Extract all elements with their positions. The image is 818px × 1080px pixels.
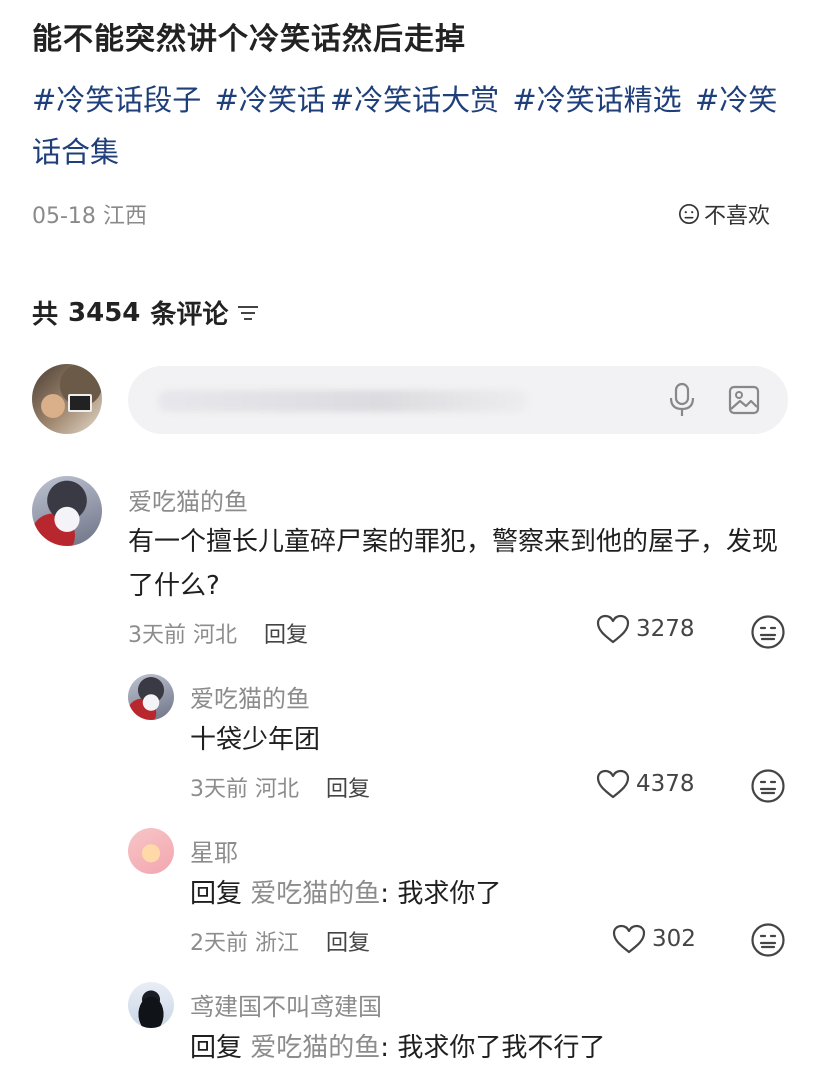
reply-button[interactable]: 回复: [264, 623, 308, 648]
like-count: 4378: [636, 771, 695, 797]
comment-meta: 3天前 河北 回复: [190, 771, 370, 803]
like-button[interactable]: 302: [612, 924, 696, 954]
microphone-icon[interactable]: [668, 382, 696, 418]
comment-count[interactable]: 共 3454 条评论: [32, 294, 260, 331]
post-location: 江西: [102, 204, 147, 229]
neutral-face-icon: [679, 204, 699, 224]
dislike-label: 不喜欢: [704, 204, 771, 229]
reply-target-user[interactable]: 爱吃猫的鱼: [250, 1033, 380, 1063]
count-prefix: 共: [32, 300, 59, 330]
comment-time: 2天前: [190, 931, 248, 956]
tag-link[interactable]: #冷笑话段子: [32, 83, 201, 117]
like-count: 302: [652, 926, 696, 952]
dislike-button[interactable]: 不喜欢: [678, 198, 770, 230]
user-avatar[interactable]: [128, 674, 174, 720]
comment-meta: 2天前 浙江 回复: [190, 925, 370, 957]
neutral-face-icon[interactable]: [750, 922, 786, 958]
comment-username[interactable]: 爱吃猫的鱼: [128, 482, 248, 517]
tag-link[interactable]: #冷笑话: [215, 83, 326, 117]
reply-body: : 我求你了我不行了: [380, 1033, 606, 1063]
neutral-face-icon[interactable]: [750, 768, 786, 804]
reply-prefix: 回复: [190, 1033, 243, 1063]
count-number: 3454: [68, 297, 141, 328]
like-button[interactable]: 4378: [596, 769, 695, 799]
comment-time: 3天前: [128, 623, 186, 648]
post-title: 能不能突然讲个冷笑话然后走掉: [32, 22, 466, 57]
reply-prefix: 回复: [190, 879, 243, 909]
heart-icon: [596, 614, 630, 644]
current-user-avatar[interactable]: [32, 364, 102, 434]
comment-time: 3天前: [190, 777, 248, 802]
reply-button[interactable]: 回复: [326, 931, 370, 956]
comment-location: 浙江: [255, 931, 300, 956]
reply-body: : 我求你了: [380, 879, 502, 909]
comment-text: 回复 爱吃猫的鱼: 我求你了我不行了: [190, 1026, 605, 1070]
heart-icon: [596, 769, 630, 799]
comment-location: 河北: [255, 777, 300, 802]
post-meta: 05-18 江西: [32, 198, 147, 230]
neutral-face-icon[interactable]: [750, 614, 786, 650]
comment-text: 有一个擅长儿童碎尸案的罪犯，警察来到他的屋子，发现了什么?: [128, 527, 779, 601]
comment-text: 十袋少年团: [190, 725, 321, 755]
comment-username[interactable]: 星耶: [190, 833, 238, 868]
tag-link[interactable]: #冷笑话大赏: [330, 83, 499, 117]
sort-icon[interactable]: [236, 303, 260, 323]
count-suffix: 条评论: [150, 300, 229, 330]
comment-location: 河北: [193, 623, 238, 648]
comment-username[interactable]: 爱吃猫的鱼: [190, 679, 310, 714]
comment-text: 回复 爱吃猫的鱼: 我求你了: [190, 872, 501, 916]
like-count: 3278: [636, 616, 695, 642]
heart-icon: [612, 924, 646, 954]
reply-button[interactable]: 回复: [326, 777, 370, 802]
user-avatar[interactable]: [128, 982, 174, 1028]
user-avatar[interactable]: [128, 828, 174, 874]
like-button[interactable]: 3278: [596, 614, 695, 644]
tag-list: #冷笑话段子 #冷笑话 #冷笑话大赏 #冷笑话精选 #冷笑话合集: [32, 74, 792, 178]
user-avatar[interactable]: [32, 476, 102, 546]
comment-meta: 3天前 河北 回复: [128, 617, 308, 649]
post-date: 05-18: [32, 204, 96, 229]
comment-username[interactable]: 鸢建国不叫鸢建国: [190, 987, 382, 1022]
image-icon[interactable]: [728, 384, 760, 416]
reply-target-user[interactable]: 爱吃猫的鱼: [250, 879, 380, 909]
tag-link[interactable]: #冷笑话精选: [512, 83, 681, 117]
